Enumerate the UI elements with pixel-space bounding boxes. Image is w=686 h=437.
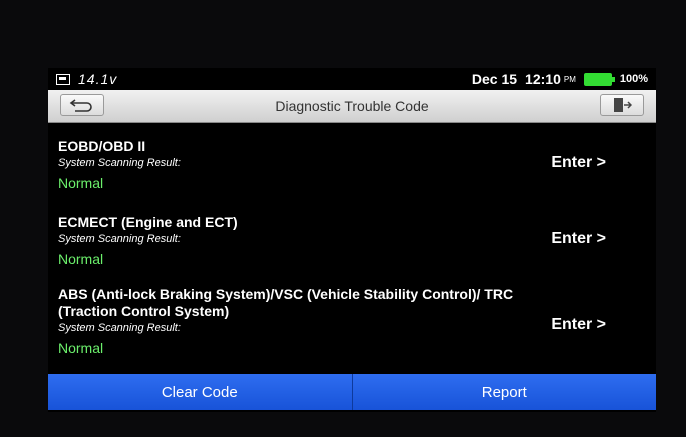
clear-code-button[interactable]: Clear Code bbox=[48, 374, 353, 410]
voltage-readout: 14.1v bbox=[78, 71, 118, 87]
device-frame: 14.1v Dec 15 12:10 PM 100% Diagnostic Tr… bbox=[0, 0, 686, 437]
page-title: Diagnostic Trouble Code bbox=[275, 98, 429, 114]
dtc-system-list: EOBD/OBD II System Scanning Result: Norm… bbox=[48, 124, 656, 374]
list-item: ECMECT (Engine and ECT) System Scanning … bbox=[48, 214, 656, 267]
status-time: 12:10 bbox=[525, 71, 561, 87]
list-item: EOBD/OBD II System Scanning Result: Norm… bbox=[48, 138, 656, 191]
scan-result-status: Normal bbox=[58, 340, 104, 356]
system-name: ECMECT (Engine and ECT) bbox=[58, 214, 238, 230]
report-button[interactable]: Report bbox=[352, 374, 656, 410]
screen: 14.1v Dec 15 12:10 PM 100% Diagnostic Tr… bbox=[48, 68, 656, 412]
status-bar: 14.1v Dec 15 12:10 PM 100% bbox=[48, 68, 656, 90]
enter-button[interactable]: Enter > bbox=[551, 230, 606, 248]
exit-button[interactable] bbox=[600, 94, 644, 116]
status-date: Dec 15 bbox=[471, 71, 518, 87]
enter-button[interactable]: Enter > bbox=[551, 154, 606, 172]
enter-button[interactable]: Enter > bbox=[551, 316, 606, 334]
bottom-action-bar: Clear Code Report bbox=[48, 374, 656, 410]
status-left: 14.1v bbox=[56, 71, 117, 87]
exit-icon bbox=[614, 98, 632, 112]
battery-percent: 100% bbox=[619, 73, 648, 85]
title-bar: Diagnostic Trouble Code bbox=[48, 90, 656, 123]
battery-icon bbox=[583, 72, 615, 86]
scan-result-status: Normal bbox=[58, 251, 104, 267]
vci-connector-icon bbox=[56, 73, 70, 85]
system-name: ABS (Anti-lock Braking System)/VSC (Vehi… bbox=[58, 286, 514, 319]
scan-result-status: Normal bbox=[58, 175, 104, 191]
status-right: Dec 15 12:10 PM 100% bbox=[472, 71, 648, 87]
status-ampm: PM bbox=[563, 74, 576, 84]
system-name: EOBD/OBD II bbox=[58, 138, 146, 154]
list-item: ABS (Anti-lock Braking System)/VSC (Vehi… bbox=[48, 286, 656, 356]
